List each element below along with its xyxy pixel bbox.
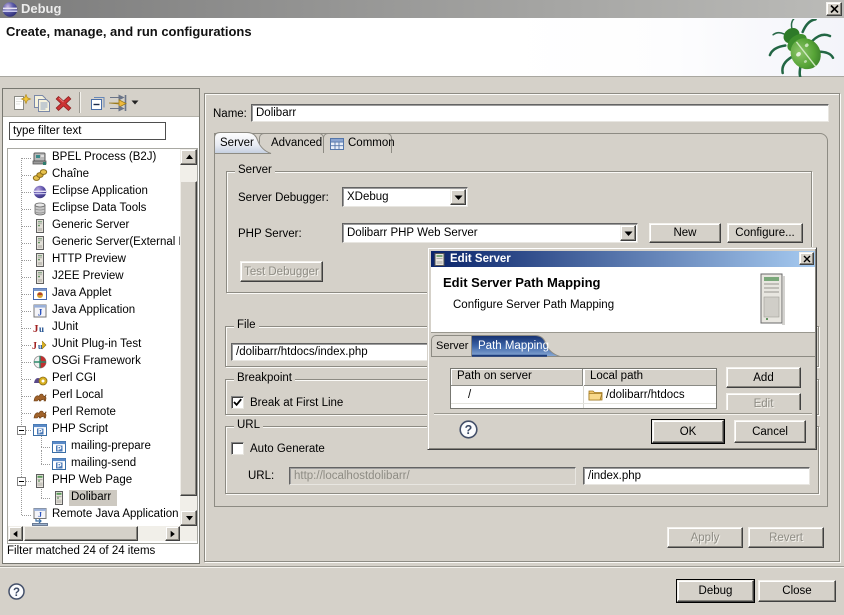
svg-text:J: J bbox=[32, 341, 37, 352]
svg-text:J: J bbox=[38, 308, 43, 318]
svg-text:J: J bbox=[38, 510, 42, 519]
svg-text:u: u bbox=[39, 324, 44, 334]
svg-text:?: ? bbox=[13, 587, 20, 599]
svg-text:?: ? bbox=[465, 423, 473, 437]
